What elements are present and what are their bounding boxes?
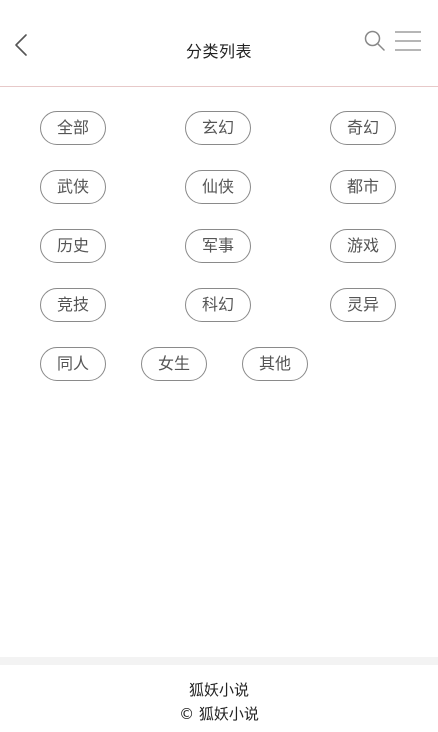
category-all[interactable]: 全部	[40, 111, 106, 145]
category-wuxia[interactable]: 武侠	[40, 170, 106, 204]
search-icon	[364, 30, 385, 51]
menu-icon	[395, 31, 421, 51]
category-lingyi[interactable]: 灵异	[330, 288, 396, 322]
category-lishi[interactable]: 历史	[40, 229, 106, 263]
footer: 狐妖小说 © 狐妖小说	[0, 665, 438, 732]
category-nvsheng[interactable]: 女生	[141, 347, 207, 381]
category-tongren[interactable]: 同人	[40, 347, 106, 381]
search-button[interactable]	[362, 28, 388, 54]
category-junshi[interactable]: 军事	[185, 229, 251, 263]
category-dushi[interactable]: 都市	[330, 170, 396, 204]
category-jingji[interactable]: 竞技	[40, 288, 106, 322]
menu-button[interactable]	[394, 30, 422, 52]
footer-copyright: © 狐妖小说	[179, 705, 259, 723]
app-header: 分类列表	[0, 0, 438, 87]
category-xianxia[interactable]: 仙侠	[185, 170, 251, 204]
footer-divider	[0, 657, 438, 665]
category-youxi[interactable]: 游戏	[330, 229, 396, 263]
category-kehuan[interactable]: 科幻	[185, 288, 251, 322]
footer-brand: 狐妖小说	[188, 681, 249, 699]
category-qihuan[interactable]: 奇幻	[330, 111, 396, 145]
category-xuanhuan[interactable]: 玄幻	[185, 111, 251, 145]
category-qita[interactable]: 其他	[242, 347, 308, 381]
